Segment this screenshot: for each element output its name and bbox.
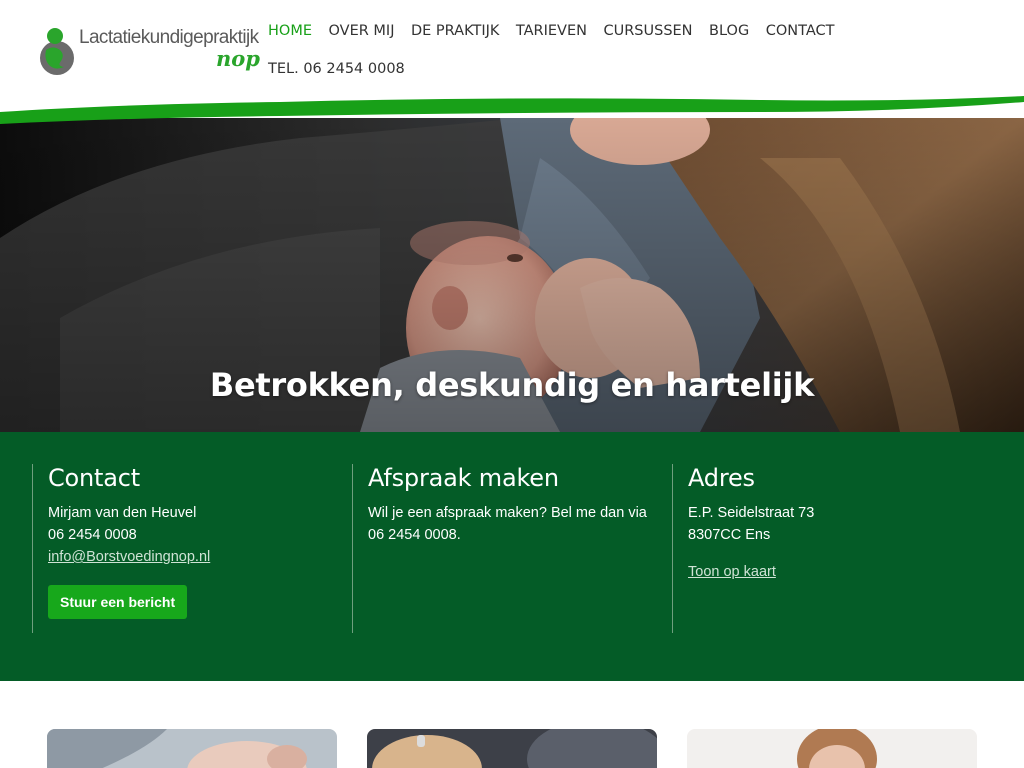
address-heading: Adres (688, 464, 755, 492)
appointment-heading: Afspraak maken (368, 464, 559, 492)
card-image-3[interactable] (687, 729, 977, 768)
show-on-map-link[interactable]: Toon op kaart (688, 561, 776, 583)
contact-heading: Contact (48, 464, 140, 492)
nav-de-praktijk[interactable]: DE PRAKTIJK (411, 20, 499, 42)
nav-cursussen[interactable]: CURSUSSEN (603, 20, 692, 42)
contact-email-link[interactable]: info@Borstvoedingnop.nl (48, 546, 210, 568)
logo-sub: nop (216, 46, 260, 71)
nav-home[interactable]: HOME (268, 20, 312, 42)
contact-name: Mirjam van den Heuvel (48, 505, 197, 521)
send-message-button[interactable]: Stuur een bericht (48, 585, 188, 619)
contact-column: Contact Mirjam van den Heuvel 06 2454 00… (32, 464, 352, 633)
appointment-text-line1: Wil je een afspraak maken? Bel me dan vi… (368, 505, 647, 521)
logo-mark-icon (40, 28, 74, 75)
appointment-column: Afspraak maken Wil je een afspraak maken… (352, 464, 672, 633)
address-city: 8307CC Ens (688, 527, 771, 543)
nav-contact[interactable]: CONTACT (766, 20, 835, 42)
nav-tarieven[interactable]: TARIEVEN (516, 20, 587, 42)
nav-blog[interactable]: BLOG (709, 20, 749, 42)
nav-phone-link[interactable]: TEL. 06 2454 0008 (268, 58, 405, 80)
card-photo-3 (687, 729, 977, 768)
logo[interactable]: Lactatiekundigepraktijk nop (38, 24, 263, 82)
main-nav: HOME OVER MIJ DE PRAKTIJK TARIEVEN CURSU… (268, 20, 851, 42)
nav-over-mij[interactable]: OVER MIJ (329, 20, 395, 42)
info-band: Contact Mirjam van den Heuvel 06 2454 00… (0, 432, 1024, 681)
hero-banner: Betrokken, deskundig en hartelijk (0, 118, 1024, 432)
appointment-text-line2: 06 2454 0008. (368, 527, 461, 543)
address-column: Adres E.P. Seidelstraat 73 8307CC Ens To… (672, 464, 992, 633)
contact-phone: 06 2454 0008 (48, 527, 137, 543)
hero-title: Betrokken, deskundig en hartelijk (209, 366, 815, 404)
card-image-2[interactable] (367, 729, 657, 768)
address-street: E.P. Seidelstraat 73 (688, 505, 815, 521)
header-wave (0, 90, 1024, 124)
card-photo-1 (47, 729, 337, 768)
card-image-1[interactable] (47, 729, 337, 768)
card-photo-2 (367, 729, 657, 768)
